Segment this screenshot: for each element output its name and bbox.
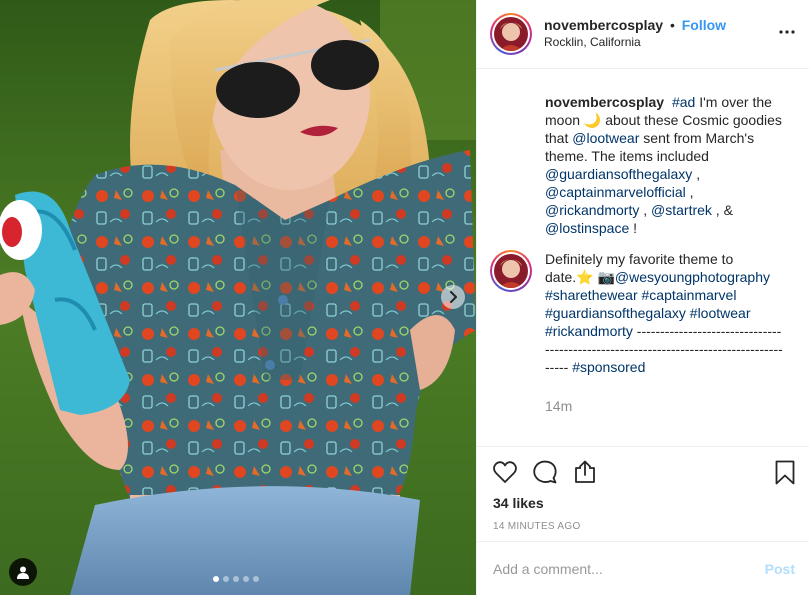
post-media[interactable] (0, 0, 476, 595)
likes-count[interactable]: 34 likes (493, 495, 795, 511)
caption-text: novembercosplay #ad I'm over the moon 🌙 … (545, 93, 783, 237)
comment-text-fragment: , (692, 166, 701, 182)
comments-section: novembercosplay #ad I'm over the moon 🌙 … (477, 69, 809, 446)
comment-content: Definitely my favorite theme to date.⭐ 📷… (545, 250, 783, 414)
mention-link[interactable]: @startrek (651, 202, 712, 218)
add-comment-form: Post (477, 541, 809, 595)
location-link[interactable]: Rocklin, California (544, 34, 726, 51)
comment-icon (533, 460, 557, 484)
comment-text-fragment: , & (711, 202, 733, 218)
mention-link[interactable]: #ad (672, 94, 695, 110)
username-link[interactable]: novembercosplay (544, 17, 663, 33)
avatar[interactable] (490, 13, 532, 55)
mention-link[interactable]: @guardiansofthegalaxy (545, 166, 692, 182)
header-text: novembercosplay • Follow Rocklin, Califo… (544, 17, 726, 51)
more-horizontal-icon (779, 30, 795, 34)
mention-link[interactable]: #lootwear (690, 305, 751, 321)
mention-link[interactable]: #sharethewear (545, 287, 638, 303)
carousel-indicator (213, 576, 259, 582)
carousel-dot (233, 576, 239, 582)
comment-button[interactable] (533, 457, 573, 487)
mention-link[interactable]: @lostinspace (545, 220, 629, 236)
comment-text-fragment: , (685, 184, 694, 200)
carousel-dot (213, 576, 219, 582)
mention-link[interactable]: @captainmarvelofficial (545, 184, 686, 200)
post-comment-button[interactable]: Post (765, 561, 795, 577)
post-timestamp[interactable]: 14 MINUTES AGO (493, 521, 795, 532)
comment-input[interactable] (493, 560, 765, 577)
person-icon (17, 566, 29, 579)
comment-item: Definitely my favorite theme to date.⭐ 📷… (490, 250, 795, 414)
comment-text-fragment: ! (629, 220, 638, 236)
post-header: novembercosplay • Follow Rocklin, Califo… (477, 0, 809, 69)
instagram-post: novembercosplay • Follow Rocklin, Califo… (0, 0, 809, 595)
mention-link[interactable]: @lootwear (572, 130, 639, 146)
like-button[interactable] (493, 457, 533, 487)
save-button[interactable] (775, 460, 795, 485)
post-side-panel: novembercosplay • Follow Rocklin, Califo… (476, 0, 809, 595)
comment-text: Definitely my favorite theme to date.⭐ 📷… (545, 250, 783, 376)
carousel-next-button[interactable] (441, 285, 465, 309)
share-icon (575, 460, 595, 483)
separator: • (669, 17, 675, 33)
comment-time[interactable]: 14m (545, 398, 783, 414)
follow-button[interactable]: Follow (682, 17, 726, 33)
avatar-image (494, 254, 528, 288)
mention-link[interactable]: @wesyoungphotography (615, 269, 770, 285)
bookmark-icon (775, 460, 795, 484)
caption: novembercosplay #ad I'm over the moon 🌙 … (490, 93, 795, 237)
comment-avatar[interactable] (490, 250, 532, 292)
carousel-dot (223, 576, 229, 582)
post-photo[interactable] (0, 0, 476, 595)
mention-link[interactable]: #sponsored (572, 359, 645, 375)
carousel-dot (243, 576, 249, 582)
header-line: novembercosplay • Follow (544, 17, 726, 34)
avatar-frame (492, 252, 530, 290)
action-icons (493, 457, 795, 487)
caption-username-link[interactable]: novembercosplay (545, 94, 664, 110)
avatar-image (494, 17, 528, 51)
carousel-dot (253, 576, 259, 582)
share-button[interactable] (573, 457, 613, 487)
mention-link[interactable]: #captainmarvel (642, 287, 737, 303)
mention-link[interactable]: #guardiansofthegalaxy (545, 305, 686, 321)
more-options-button[interactable] (779, 24, 795, 43)
post-actions: 34 likes 14 MINUTES AGO (477, 446, 809, 541)
tagged-users-button[interactable] (9, 558, 37, 586)
mention-link[interactable]: @rickandmorty (545, 202, 639, 218)
chevron-right-icon (450, 291, 457, 303)
comment-text-fragment: , (639, 202, 652, 218)
heart-icon (493, 461, 517, 483)
mention-link[interactable]: #rickandmorty (545, 323, 633, 339)
avatar-frame (492, 15, 530, 53)
